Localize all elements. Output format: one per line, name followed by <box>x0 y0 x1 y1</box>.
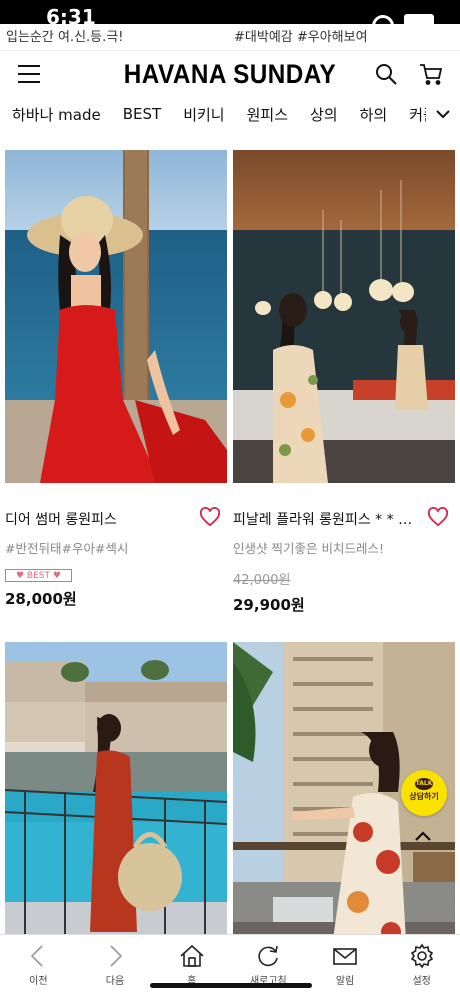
settings-button[interactable]: 설정 <box>383 935 460 996</box>
category-nav: 하바나 made BEST 비키니 원피스 상의 하의 커플 <box>0 98 460 130</box>
home-indicator <box>150 983 312 988</box>
chevron-right-icon <box>110 945 123 967</box>
product-image[interactable] <box>5 150 227 483</box>
heart-icon[interactable] <box>199 507 221 527</box>
forward-label: 다음 <box>105 976 125 987</box>
product-price: 28,000원 <box>5 590 77 608</box>
product-name[interactable]: 피날레 플라워 롱원피스 * * 주문폭주 <box>233 509 418 529</box>
home-icon <box>180 944 204 967</box>
category-item-onepiece[interactable]: 원피스 <box>247 104 288 125</box>
product-info: 디어 썸머 롱원피스 #반전뒤태#우아#섹시 ♥ BEST ♥ 28,000원 <box>5 483 227 609</box>
chevron-down-icon[interactable] <box>426 98 460 130</box>
category-item-havana-made[interactable]: 하바나 made <box>12 104 101 125</box>
site-header: HAVANA SUNDAY <box>0 50 460 98</box>
settings-label: 설정 <box>412 976 431 987</box>
wifi-icon <box>372 15 394 27</box>
peek-text-right: #대박예감 #우아해보여 <box>234 30 368 45</box>
battery-icon <box>404 14 434 28</box>
category-item-tops[interactable]: 상의 <box>310 104 338 125</box>
back-label: 이전 <box>29 976 48 987</box>
status-time: 6:31 <box>46 5 96 29</box>
product-desc: #반전뒤태#우아#섹시 <box>5 541 129 556</box>
category-item-bikini[interactable]: 비키니 <box>183 104 224 125</box>
status-bar: 6:31 <box>0 0 460 29</box>
gear-icon <box>410 943 433 969</box>
heart-icon[interactable] <box>427 507 449 527</box>
status-icons <box>372 14 434 28</box>
product-image[interactable] <box>5 642 227 975</box>
cart-icon[interactable] <box>419 62 443 86</box>
refresh-icon <box>258 945 279 967</box>
product-card[interactable]: 디어 썸머 롱원피스 #반전뒤태#우아#섹시 ♥ BEST ♥ 28,000원 <box>5 150 227 609</box>
notifications-label: 알림 <box>335 976 355 987</box>
product-image[interactable] <box>233 150 455 483</box>
category-item-best[interactable]: BEST <box>123 105 161 123</box>
product-card[interactable]: 피날레 플라워 롱원피스 * * 주문폭주 인생샷 찍기좋은 비치드레스! 42… <box>233 150 455 615</box>
back-button[interactable]: 이전 <box>0 935 77 996</box>
category-item-bottoms[interactable]: 하의 <box>360 104 388 125</box>
product-info: 피날레 플라워 롱원피스 * * 주문폭주 인생샷 찍기좋은 비치드레스! 42… <box>233 483 455 615</box>
search-icon[interactable] <box>374 62 398 86</box>
notifications-button[interactable]: 알림 <box>307 935 384 996</box>
forward-button[interactable]: 다음 <box>77 935 154 996</box>
kakao-talk-button[interactable]: TALK 상담하기 <box>401 770 447 816</box>
original-price: 42,000원 <box>233 573 291 588</box>
chevron-left-icon <box>31 945 43 967</box>
product-name[interactable]: 디어 썸머 롱원피스 <box>5 509 190 529</box>
product-price: 29,900원 <box>233 596 305 614</box>
product-desc: 인생샷 찍기좋은 비치드레스! <box>233 541 384 556</box>
chevron-up-icon[interactable] <box>412 826 434 848</box>
best-badge: ♥ BEST ♥ <box>5 569 72 582</box>
mail-icon <box>333 948 357 965</box>
talk-bubble-icon: TALK <box>415 778 433 790</box>
talk-label: 상담하기 <box>409 792 439 801</box>
